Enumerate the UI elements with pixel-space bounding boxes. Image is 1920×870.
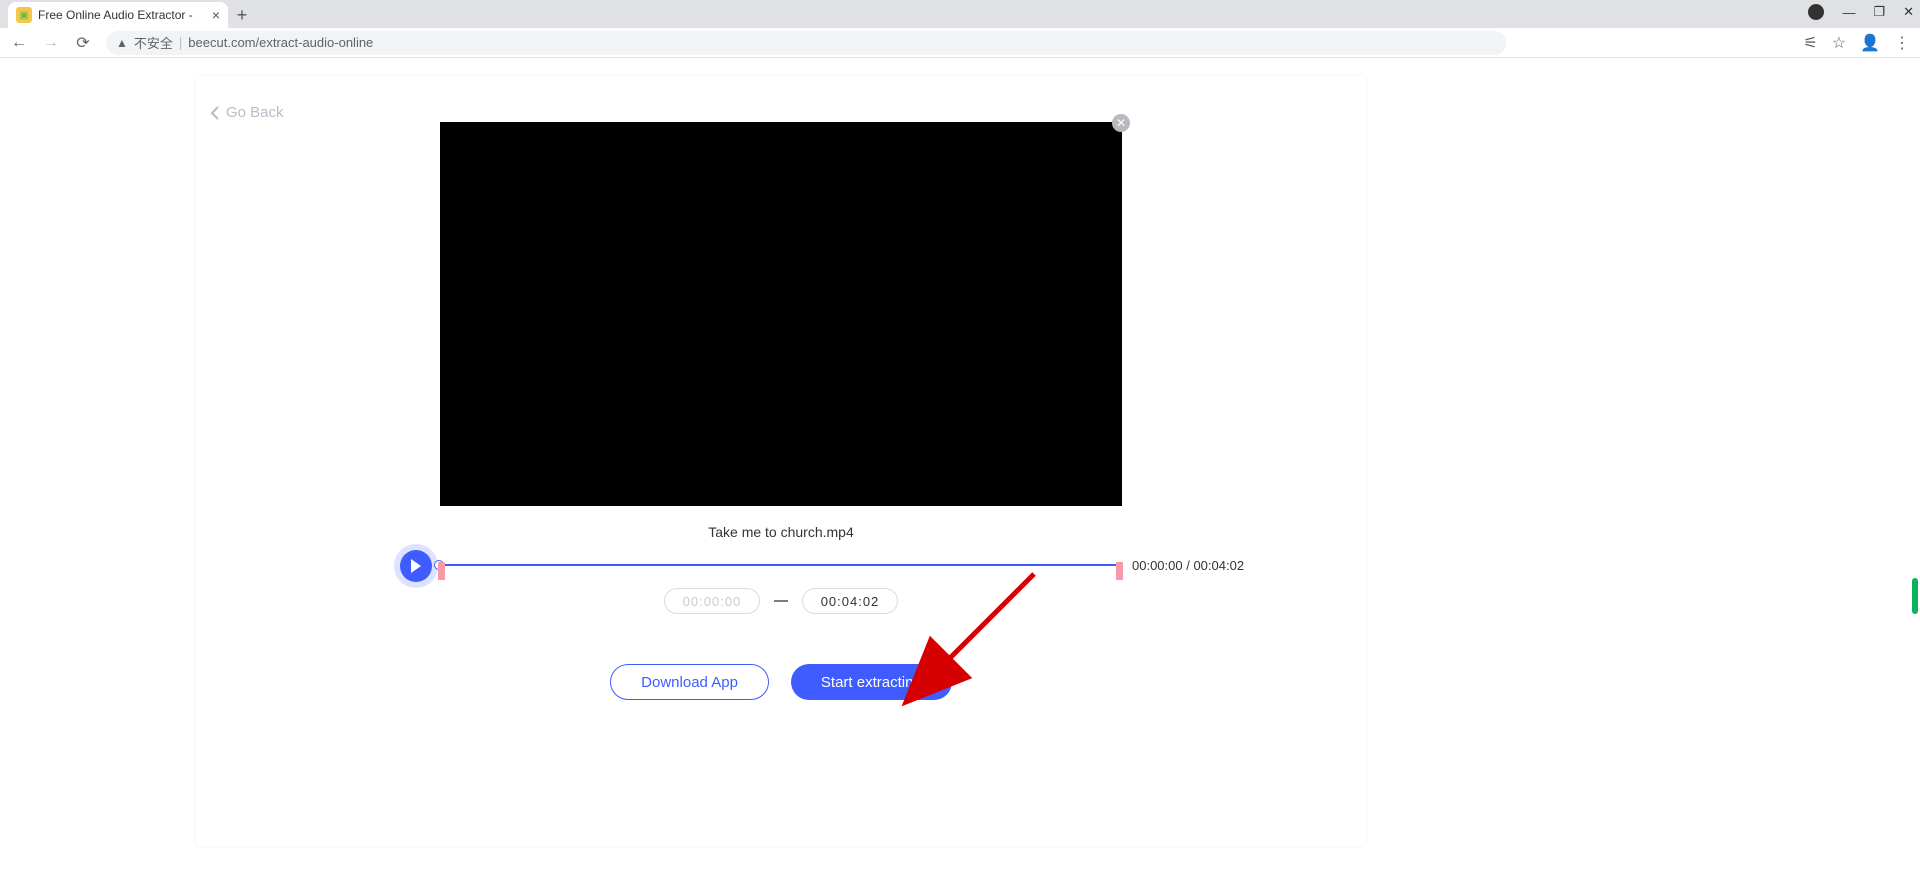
back-icon[interactable]: ← — [10, 34, 28, 52]
range-dash — [774, 600, 788, 602]
play-icon — [410, 559, 422, 573]
security-label: 不安全 — [134, 33, 173, 52]
total-time: 00:04:02 — [1193, 558, 1244, 573]
address-bar[interactable]: ▲ 不安全 | beecut.com/extract-audio-online — [106, 31, 1506, 55]
video-filename: Take me to church.mp4 — [196, 524, 1366, 540]
bookmark-icon[interactable]: ☆ — [1832, 33, 1846, 53]
window-controls: — ❐ ✕ — [1808, 4, 1914, 20]
toolbar-actions: ⚟ ☆ 👤 ⋮ — [1803, 33, 1910, 53]
extension-icon[interactable] — [1808, 4, 1824, 20]
close-window-icon[interactable]: ✕ — [1903, 4, 1914, 20]
timeline: 00:00:00 / 00:04:02 — [196, 548, 1366, 584]
play-button[interactable] — [400, 550, 432, 582]
time-range-inputs: 00:00:00 00:04:02 — [196, 588, 1366, 614]
progress-track[interactable] — [436, 564, 1120, 566]
main-card: Go Back ✕ Take me to church.mp4 00:00:00… — [196, 76, 1366, 846]
page-body: Go Back ✕ Take me to church.mp4 00:00:00… — [0, 58, 1920, 870]
start-extracting-button[interactable]: Start extracting — [791, 664, 952, 700]
trim-handle-start[interactable] — [438, 562, 445, 580]
forward-icon[interactable]: → — [42, 34, 60, 52]
separator: | — [179, 35, 182, 50]
maximize-icon[interactable]: ❐ — [1873, 4, 1885, 20]
menu-icon[interactable]: ⋮ — [1894, 33, 1910, 53]
translate-icon[interactable]: ⚟ — [1803, 33, 1817, 53]
current-time: 00:00:00 — [1132, 558, 1183, 573]
toolbar: ← → ⟳ ▲ 不安全 | beecut.com/extract-audio-o… — [0, 28, 1920, 58]
tab-strip: ▣ Free Online Audio Extractor - × + — ❐ … — [0, 0, 1920, 28]
tab-favicon: ▣ — [16, 7, 32, 23]
go-back-link[interactable]: Go Back — [210, 104, 284, 121]
reload-icon[interactable]: ⟳ — [74, 33, 92, 53]
video-container: ✕ — [440, 122, 1122, 506]
video-preview[interactable] — [440, 122, 1122, 506]
trim-handle-end[interactable] — [1116, 562, 1123, 580]
action-buttons: Download App Start extracting — [196, 664, 1366, 700]
download-app-button[interactable]: Download App — [610, 664, 769, 700]
tab-title: Free Online Audio Extractor - — [38, 8, 206, 22]
profile-icon[interactable]: 👤 — [1860, 33, 1880, 53]
not-secure-icon: ▲ — [116, 36, 128, 50]
start-time-input[interactable]: 00:00:00 — [664, 588, 760, 614]
go-back-label: Go Back — [226, 104, 284, 121]
close-video-button[interactable]: ✕ — [1112, 114, 1130, 132]
scrollbar-thumb[interactable] — [1912, 578, 1918, 614]
browser-tab[interactable]: ▣ Free Online Audio Extractor - × — [8, 2, 228, 28]
new-tab-button[interactable]: + — [228, 2, 256, 28]
close-icon: ✕ — [1116, 116, 1126, 130]
url-text: beecut.com/extract-audio-online — [188, 35, 373, 50]
tab-close-icon[interactable]: × — [212, 7, 220, 23]
minimize-icon[interactable]: — — [1842, 5, 1855, 20]
time-readout: 00:00:00 / 00:04:02 — [1132, 558, 1244, 573]
chevron-left-icon — [210, 106, 220, 120]
end-time-input[interactable]: 00:04:02 — [802, 588, 898, 614]
